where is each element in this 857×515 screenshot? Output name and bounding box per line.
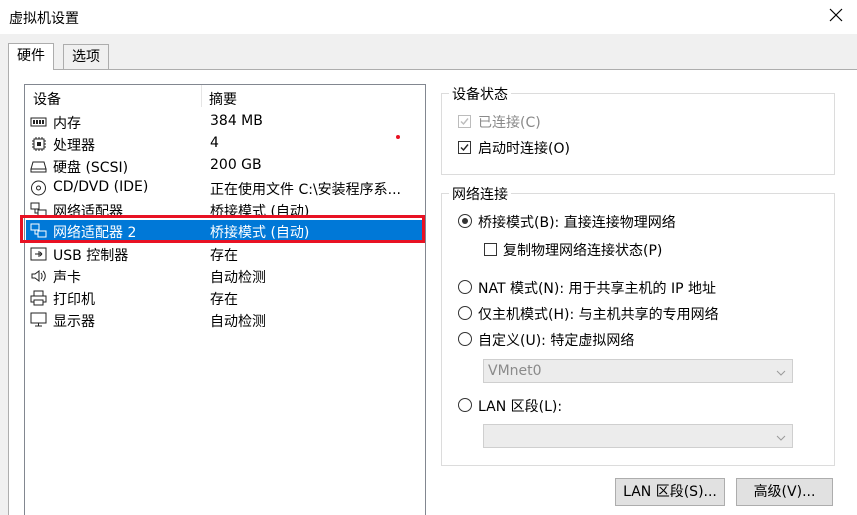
lan-segment-radio[interactable] bbox=[458, 398, 472, 412]
hard-disk-icon bbox=[30, 158, 47, 174]
chevron-down-icon bbox=[776, 366, 786, 376]
network-adapter-icon bbox=[30, 223, 47, 239]
network-connection-title: 网络连接 bbox=[449, 184, 511, 204]
connected-label: 已连接(C) bbox=[478, 115, 541, 131]
cd-dvd-icon bbox=[30, 180, 47, 196]
device-name: CD/DVD (IDE) bbox=[53, 179, 149, 195]
device-summary: 4 bbox=[210, 135, 219, 151]
host-only-radio[interactable] bbox=[458, 306, 472, 320]
column-header-device[interactable]: 设备 bbox=[33, 89, 61, 109]
nat-label[interactable]: NAT 模式(N): 用于共享主机的 IP 地址 bbox=[478, 278, 716, 298]
device-row-hard-disk[interactable]: 硬盘 (SCSI) 200 GB bbox=[26, 155, 422, 177]
window-title: 虚拟机设置 bbox=[9, 11, 79, 27]
device-row-processor[interactable]: 处理器 4 bbox=[26, 133, 422, 155]
device-name: 硬盘 (SCSI) bbox=[53, 160, 129, 176]
lan-segment-label[interactable]: LAN 区段(L): bbox=[478, 396, 562, 416]
device-row-network-adapter[interactable]: 网络适配器 桥接模式 (自动) bbox=[26, 199, 422, 221]
memory-icon bbox=[30, 114, 47, 130]
device-summary: 桥接模式 (自动) bbox=[210, 204, 310, 220]
custom-radio[interactable] bbox=[458, 332, 472, 346]
tab-hardware[interactable]: 硬件 bbox=[8, 43, 54, 70]
device-summary: 桥接模式 (自动) bbox=[210, 225, 310, 241]
device-row-usb-controller[interactable]: USB 控制器 存在 bbox=[26, 243, 422, 265]
device-name: 打印机 bbox=[53, 292, 95, 308]
lan-segments-button[interactable]: LAN 区段(S)... bbox=[615, 478, 725, 506]
connect-on-power-on-checkbox[interactable] bbox=[458, 141, 471, 154]
device-name: 内存 bbox=[53, 116, 81, 132]
device-name: 显示器 bbox=[53, 314, 95, 330]
lan-segment-select bbox=[483, 424, 793, 448]
usb-icon bbox=[30, 246, 47, 262]
device-status-group bbox=[441, 93, 835, 175]
tab-options-label: 选项 bbox=[72, 49, 100, 65]
device-summary: 存在 bbox=[210, 292, 238, 308]
connect-on-power-on-label[interactable]: 启动时连接(O) bbox=[478, 138, 570, 158]
device-row-printer[interactable]: 打印机 存在 bbox=[26, 287, 422, 309]
title-bar: 虚拟机设置 bbox=[0, 0, 857, 34]
processor-icon bbox=[30, 136, 47, 152]
connected-checkbox bbox=[458, 115, 471, 128]
printer-icon bbox=[30, 290, 47, 306]
device-name: 网络适配器 bbox=[53, 204, 123, 220]
close-icon[interactable] bbox=[827, 6, 845, 24]
device-row-sound-card[interactable]: 声卡 自动检测 bbox=[26, 265, 422, 287]
bridged-radio[interactable] bbox=[458, 214, 472, 228]
custom-network-value: VMnet0 bbox=[488, 363, 542, 379]
device-name: USB 控制器 bbox=[53, 248, 129, 264]
device-status-title: 设备状态 bbox=[449, 84, 511, 104]
speaker-icon bbox=[30, 268, 47, 284]
column-divider[interactable] bbox=[201, 85, 202, 107]
bridged-label[interactable]: 桥接模式(B): 直接连接物理网络 bbox=[478, 212, 676, 232]
device-name: 声卡 bbox=[53, 270, 81, 286]
device-row-display[interactable]: 显示器 自动检测 bbox=[26, 309, 422, 331]
monitor-icon bbox=[30, 312, 47, 328]
radio-selected-dot bbox=[462, 218, 468, 224]
device-row-memory[interactable]: 内存 384 MB bbox=[26, 111, 422, 133]
tab-hardware-label: 硬件 bbox=[17, 48, 45, 64]
device-name: 网络适配器 2 bbox=[53, 225, 137, 241]
red-dot-marker bbox=[396, 135, 400, 139]
advanced-button[interactable]: 高级(V)... bbox=[736, 478, 833, 506]
host-only-label[interactable]: 仅主机模式(H): 与主机共享的专用网络 bbox=[478, 304, 719, 324]
custom-label[interactable]: 自定义(U): 特定虚拟网络 bbox=[478, 330, 634, 350]
replicate-state-checkbox[interactable] bbox=[484, 243, 497, 256]
chevron-down-icon bbox=[776, 431, 786, 441]
device-row-network-adapter-2[interactable]: 网络适配器 2 桥接模式 (自动) bbox=[26, 220, 422, 242]
device-summary: 自动检测 bbox=[210, 270, 266, 286]
replicate-state-label[interactable]: 复制物理网络连接状态(P) bbox=[503, 240, 662, 260]
tab-options[interactable]: 选项 bbox=[63, 44, 109, 69]
device-list[interactable]: 设备 摘要 内存 384 MB 处理器 4 硬盘 (SCSI) 200 GB C… bbox=[24, 84, 426, 515]
network-adapter-icon bbox=[30, 202, 47, 218]
device-summary: 正在使用文件 C:\安装程序系... bbox=[210, 182, 402, 198]
device-summary: 200 GB bbox=[210, 157, 262, 173]
custom-network-select: VMnet0 bbox=[483, 359, 793, 383]
column-header-summary[interactable]: 摘要 bbox=[209, 89, 237, 109]
device-summary: 存在 bbox=[210, 248, 238, 264]
device-name: 处理器 bbox=[53, 138, 95, 154]
nat-radio[interactable] bbox=[458, 280, 472, 294]
device-row-cd-dvd[interactable]: CD/DVD (IDE) 正在使用文件 C:\安装程序系... bbox=[26, 177, 422, 199]
device-summary: 384 MB bbox=[210, 113, 263, 129]
device-summary: 自动检测 bbox=[210, 314, 266, 330]
